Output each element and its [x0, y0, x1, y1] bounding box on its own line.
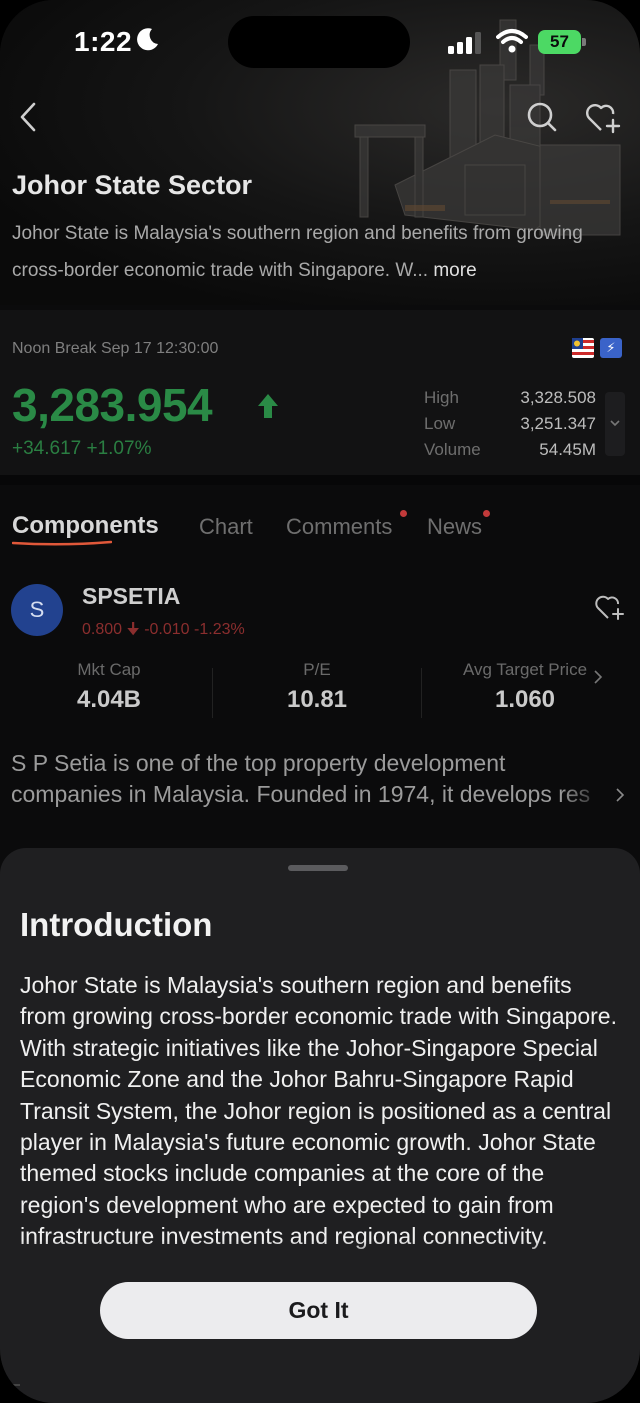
clock: 1:22 — [74, 26, 133, 57]
metric-label: P/E — [303, 660, 331, 679]
sector-description: Johor State is Malaysia's southern regio… — [12, 215, 632, 289]
index-price: 3,283.954 — [12, 379, 213, 431]
add-to-watchlist-heart-icon[interactable] — [584, 100, 622, 134]
page-title: Johor State Sector — [12, 170, 253, 200]
wifi-icon — [496, 29, 528, 53]
index-change: +34.617 +1.07% — [12, 438, 152, 459]
metric-value: 4.04B — [76, 686, 142, 713]
stat-high: High 3,328.508 — [424, 388, 596, 414]
stock-price-change: 0.800 🠋 -0.010 -1.23% — [82, 618, 245, 645]
price-down-arrow-icon: 🠋 — [126, 621, 140, 638]
cellular-signal-icon — [448, 32, 481, 54]
metric-mkt-cap: Mkt Cap 4.04B — [40, 660, 178, 714]
quote-stats: High 3,328.508 Low 3,251.347 Volume 54.4… — [424, 388, 596, 466]
edge-marker — [8, 1384, 20, 1386]
battery-indicator: 57 — [538, 30, 586, 54]
chevron-right-icon[interactable] — [614, 786, 626, 804]
sheet-body-text: Johor State is Malaysia's southern regio… — [20, 972, 617, 1250]
tab-components[interactable]: Components — [12, 512, 159, 540]
got-it-button[interactable]: Got It — [100, 1282, 537, 1339]
news-unread-dot — [483, 510, 490, 517]
stock-description-line: S P Setia is one of the top property dev… — [11, 750, 506, 776]
tab-bar: Components Chart Comments News — [0, 510, 640, 550]
description-fade — [560, 778, 620, 812]
stock-ticker[interactable]: SPSETIA — [82, 583, 180, 610]
sheet-grabber[interactable] — [288, 865, 348, 871]
stat-label: High — [424, 388, 459, 407]
battery-tip — [582, 38, 586, 46]
focus-moon-icon — [137, 28, 158, 51]
chevron-down-icon — [610, 420, 620, 427]
metric-divider — [421, 668, 422, 718]
quote-panel: Noon Break Sep 17 12:30:00 ⚡ 3,283.954 +… — [0, 310, 640, 475]
stock-metrics: Mkt Cap 4.04B P/E 10.81 Avg Target Price… — [0, 660, 640, 726]
stat-low: Low 3,251.347 — [424, 414, 596, 440]
sector-description-text: Johor State is Malaysia's southern regio… — [12, 223, 583, 281]
expand-stats-button[interactable] — [605, 392, 625, 456]
status-bar: 1:22 57 — [0, 16, 640, 68]
chevron-right-icon[interactable] — [592, 668, 604, 686]
app-screen: 1:22 57 Johor State Sector Johor State i… — [0, 0, 640, 1403]
comments-unread-dot — [400, 510, 407, 517]
dynamic-island — [228, 16, 410, 68]
price-up-arrow-icon — [258, 394, 278, 418]
stat-value: 54.45M — [539, 440, 596, 459]
stat-label: Low — [424, 414, 456, 433]
search-icon[interactable] — [526, 100, 558, 134]
stock-description-line: companies in Malaysia. Founded in 1974, … — [11, 781, 591, 807]
market-session-label: Noon Break Sep 17 12:30:00 — [12, 340, 219, 357]
metric-value: 10.81 — [286, 686, 348, 713]
stock-price: 0.800 — [82, 621, 123, 638]
metric-divider — [212, 668, 213, 718]
metric-pe: P/E 10.81 — [248, 660, 386, 714]
stat-label: Volume — [424, 440, 481, 459]
metric-value: 1.060 — [494, 686, 556, 713]
introduction-sheet: Introduction Johor State is Malaysia's s… — [0, 848, 640, 1403]
tab-news[interactable]: News — [427, 514, 482, 540]
stat-volume: Volume 54.45M — [424, 440, 596, 466]
back-icon[interactable] — [14, 100, 44, 134]
stat-value: 3,251.347 — [520, 414, 596, 433]
realtime-lightning-icon: ⚡ — [600, 338, 622, 358]
active-tab-underline — [12, 540, 112, 546]
more-link[interactable]: more — [433, 260, 476, 281]
metric-label: Mkt Cap — [77, 660, 141, 679]
stock-change: -0.010 -1.23% — [144, 621, 245, 638]
malaysia-flag-icon — [572, 338, 594, 358]
stat-value: 3,328.508 — [520, 388, 596, 407]
add-stock-to-watchlist-icon[interactable] — [594, 592, 626, 622]
section-divider — [0, 475, 640, 485]
tab-comments[interactable]: Comments — [286, 514, 392, 540]
stock-description[interactable]: S P Setia is one of the top property dev… — [11, 748, 611, 810]
battery-level: 57 — [538, 30, 581, 54]
stock-avatar: S — [11, 584, 63, 636]
tab-chart[interactable]: Chart — [199, 514, 253, 540]
sheet-title: Introduction — [20, 906, 213, 943]
sector-header: 1:22 57 Johor State Sector Johor State i… — [0, 0, 640, 305]
sheet-text-fade — [0, 1240, 640, 1270]
